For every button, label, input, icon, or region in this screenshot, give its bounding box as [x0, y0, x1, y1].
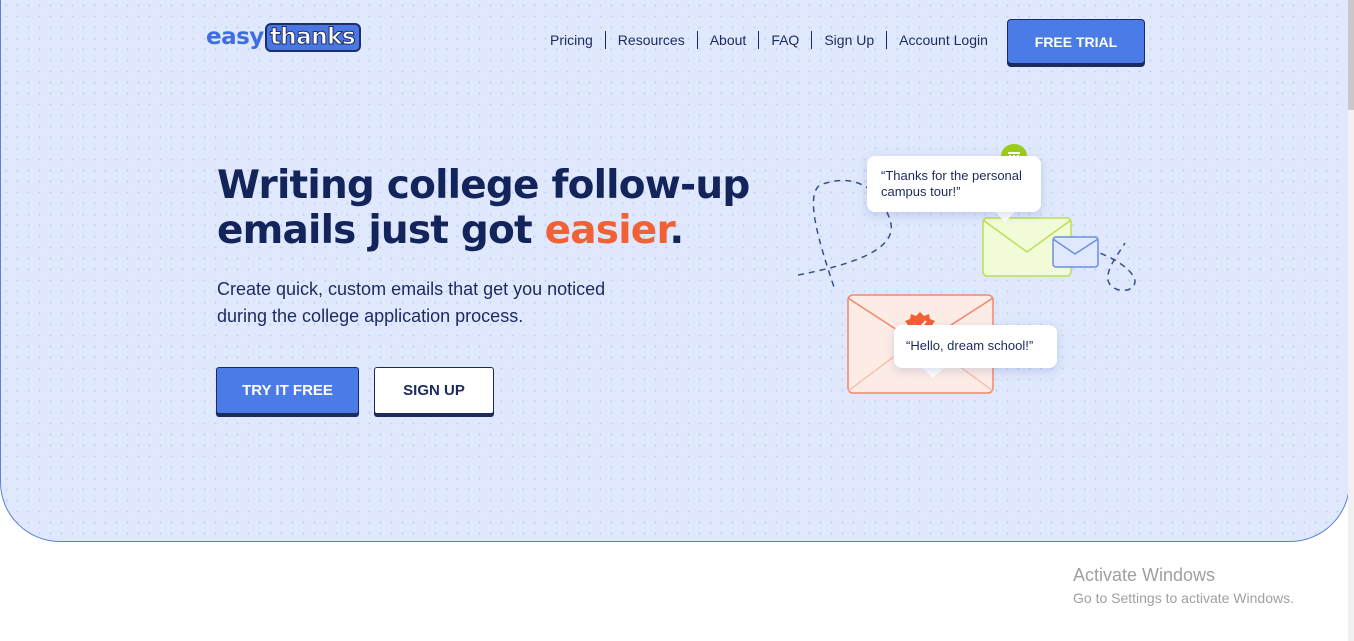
quote-bubble-dream-school: “Hello, dream school!”: [894, 325, 1057, 368]
logo[interactable]: easy thanks: [206, 22, 362, 52]
watermark-title: Activate Windows: [1073, 565, 1216, 585]
headline-line-1: Writing college follow-up: [217, 163, 750, 208]
logo-easy: easy: [206, 24, 264, 50]
headline-period: .: [669, 208, 684, 253]
envelope-icon: [1052, 236, 1099, 268]
scrollbar[interactable]: [1348, 0, 1354, 641]
scrollbar-thumb[interactable]: [1348, 0, 1354, 110]
nav-pricing[interactable]: Pricing: [538, 31, 606, 49]
watermark-subtitle: Go to Settings to activate Windows.: [1073, 590, 1294, 606]
free-trial-button[interactable]: FREE TRIAL: [1007, 19, 1145, 64]
hero-subtext: Create quick, custom emails that get you…: [217, 279, 606, 326]
hero-headline: Writing college follow-up emails just go…: [217, 163, 777, 253]
nav-about[interactable]: About: [698, 31, 760, 49]
hero-illustration: “Thanks for the personal campus tour!” “…: [790, 140, 1150, 405]
nav-resources[interactable]: Resources: [606, 31, 698, 49]
main-nav: Pricing Resources About FAQ Sign Up Acco…: [538, 30, 1000, 50]
nav-sign-up[interactable]: Sign Up: [812, 31, 888, 49]
quote-bubble-campus-tour: “Thanks for the personal campus tour!”: [867, 156, 1041, 212]
sign-up-button[interactable]: SIGN UP: [374, 367, 494, 414]
nav-faq[interactable]: FAQ: [759, 31, 813, 49]
headline-line-2: emails just got: [217, 208, 545, 253]
logo-thanks: thanks: [264, 22, 362, 52]
headline-accent: easier: [544, 208, 670, 253]
try-it-free-button[interactable]: TRY IT FREE: [216, 367, 359, 414]
nav-account-login[interactable]: Account Login: [887, 31, 1000, 49]
